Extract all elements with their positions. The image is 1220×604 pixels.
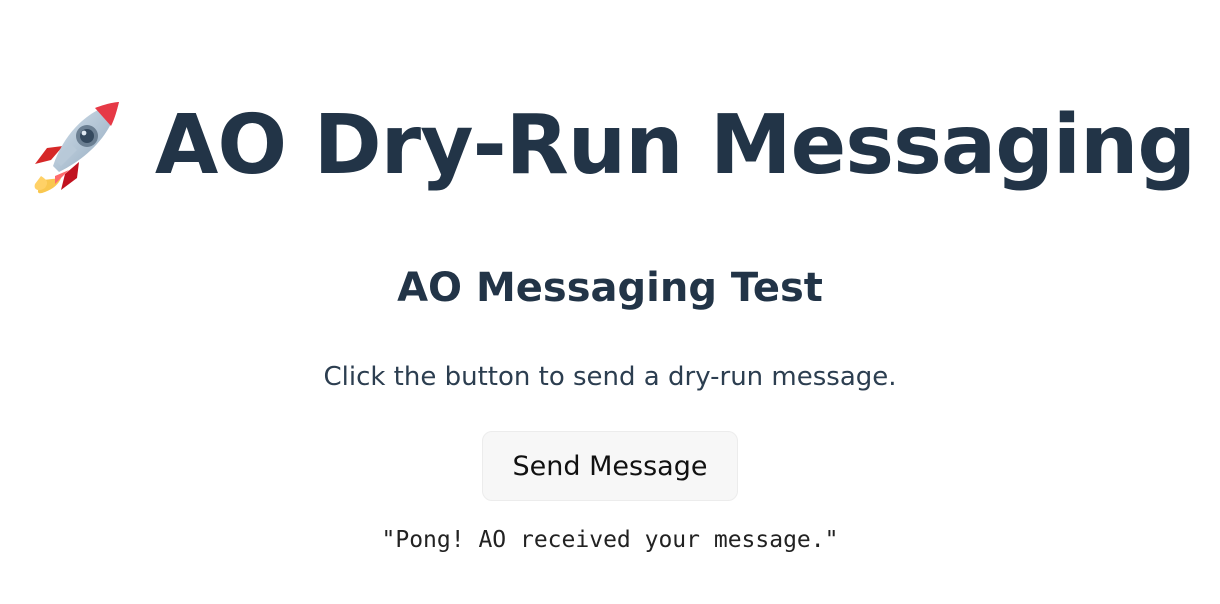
page-title: AO Dry-Run Messaging <box>154 98 1196 193</box>
response-message: "Pong! AO received your message." <box>381 527 839 553</box>
send-message-button[interactable]: Send Message <box>482 431 738 501</box>
instruction-text: Click the button to send a dry-run messa… <box>323 362 897 392</box>
action-area: Send Message <box>0 431 1220 501</box>
messaging-page: AO Dry-Run Messaging AO Messaging Test C… <box>0 0 1220 604</box>
rocket-icon <box>25 92 133 200</box>
section-heading: AO Messaging Test <box>397 265 823 311</box>
hero-header: AO Dry-Run Messaging <box>0 86 1220 206</box>
